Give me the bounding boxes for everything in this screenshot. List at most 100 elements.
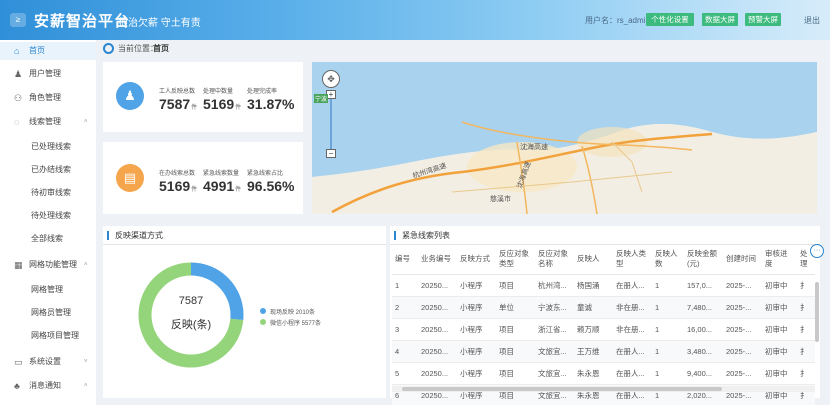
column-header[interactable]: 编号 <box>392 244 418 275</box>
stat-value: 5169件 <box>203 96 242 112</box>
table-cell: 7,480... <box>684 296 723 319</box>
logo-icon: ≥ <box>10 13 26 27</box>
table-cell: 1 <box>652 296 684 319</box>
table-cell: 王万维 <box>574 340 613 363</box>
column-header[interactable]: 反映金额(元) <box>684 244 723 275</box>
table-row[interactable]: 3 20250... 小程序 项目 浙江省... 赖万顺 非在册... 1 16,00... 20… <box>392 318 815 341</box>
column-header[interactable]: 创建时间 <box>723 244 762 275</box>
column-header[interactable]: 反映人 <box>574 244 613 275</box>
table-cell[interactable]: 扌 <box>797 274 815 297</box>
table-cell: 1 <box>392 274 418 297</box>
user-icon: ♟ <box>116 82 144 110</box>
warning-screen-button[interactable]: 预警大屏 <box>745 13 781 26</box>
sidebar-item-home[interactable]: ⌂ 首页 <box>0 42 96 60</box>
table-cell: 小程序 <box>457 362 496 385</box>
table-cell: 在册人... <box>613 362 652 385</box>
map-place-label: 慈溪市 <box>490 196 511 203</box>
sidebar-sub-grids[interactable]: 网格管理 <box>31 283 63 297</box>
divider <box>103 244 386 245</box>
column-header[interactable]: 业务编号 <box>418 244 457 275</box>
map-view[interactable]: ✥ + − 宁波 杭州湾高速 沈海高速 沈海高速 慈溪市 <box>312 62 817 214</box>
logout-button[interactable]: 退出 <box>804 15 820 26</box>
breadcrumb-prefix: 当前位置： <box>118 44 158 53</box>
sidebar-item-label: 线索管理 <box>29 117 61 126</box>
table-cell: 2025-... <box>723 296 762 319</box>
table-cell: 2 <box>392 296 418 319</box>
location-icon <box>103 43 114 54</box>
legend-item[interactable]: 现场反映 2010条 <box>270 307 315 316</box>
sidebar-sub-grid-projects[interactable]: 网格项目管理 <box>31 329 79 343</box>
sidebar-sub-processed-clues[interactable]: 已处理线索 <box>31 140 71 154</box>
table-cell: 非在册... <box>613 296 652 319</box>
table-cell: 157,0... <box>684 274 723 297</box>
sidebar-item-notifications[interactable]: ♣ 消息通知 ˄ <box>0 377 96 395</box>
stat-value: 31.87% <box>247 96 295 112</box>
table-cell: 1 <box>652 318 684 341</box>
assistant-float-icon[interactable]: ··· <box>810 244 824 258</box>
sidebar-item-label: 首页 <box>29 46 45 55</box>
table-cell: 3,480... <box>684 340 723 363</box>
table-row[interactable]: 2 20250... 小程序 单位 宁波东... 童诚 非在册... 1 7,480... 202… <box>392 296 815 319</box>
sidebar-item-users[interactable]: ♟ 用户管理 <box>0 65 96 83</box>
app-title: 安薪智治平台 <box>34 13 131 30</box>
sidebar-item-clues[interactable]: ◌ 线索管理 ˄ <box>0 113 96 131</box>
column-header[interactable]: 反应对象类型 <box>496 244 535 275</box>
table-row[interactable]: 1 20250... 小程序 项目 杭州湾... 杨国涌 在册人... 1 157,0... 20… <box>392 274 815 297</box>
column-header[interactable]: 反映方式 <box>457 244 496 275</box>
personalize-settings-button[interactable]: 个性化设置 <box>646 13 694 26</box>
table-cell: 初审中 <box>762 318 797 341</box>
table-cell: 20250... <box>418 274 457 297</box>
table-cell[interactable]: 扌 <box>797 296 815 319</box>
table-cell[interactable]: 扌 <box>797 318 815 341</box>
document-icon: ▤ <box>116 164 144 192</box>
table-cell: 项目 <box>496 362 535 385</box>
worker-stats-card: ♟ 工人反映总数 7587件 处理中数量 5169件 处理完成率 31.87% <box>103 62 303 132</box>
sidebar-sub-all-clues[interactable]: 全部线索 <box>31 232 63 246</box>
column-header[interactable]: 反应对象名称 <box>535 244 574 275</box>
channel-donut-chart <box>138 262 244 368</box>
stat-label: 处理中数量 <box>203 89 234 95</box>
stat-value: 5169件 <box>159 178 198 194</box>
table-row[interactable]: 5 20250... 小程序 项目 文旅宜... 朱永恩 在册人... 1 9,400... 20… <box>392 362 815 385</box>
table-vertical-scrollbar[interactable] <box>815 282 819 342</box>
table-cell: 项目 <box>496 318 535 341</box>
monitor-icon: ▭ <box>14 357 23 367</box>
table-row[interactable]: 4 20250... 小程序 项目 文旅宜... 王万维 在册人... 1 3,480... 20… <box>392 340 815 363</box>
legend-dot-onsite <box>260 308 266 314</box>
shield-icon: ◌ <box>14 117 20 127</box>
table-horizontal-scrollbar[interactable] <box>392 386 815 392</box>
top-header: ≥ 安薪智治平台 根治欠薪 守土有责 用户名：rs_admin 个性化设置 数据… <box>0 0 830 40</box>
legend-item[interactable]: 微信小程序 5577条 <box>270 318 321 327</box>
table-cell: 非在册... <box>613 318 652 341</box>
chevron-down-icon: ˅ <box>84 359 88 365</box>
sidebar-sub-grid-staff[interactable]: 网格员管理 <box>31 306 71 320</box>
zoom-track[interactable] <box>330 99 332 149</box>
app-slogan: 根治欠薪 守土有责 <box>118 18 201 29</box>
stat-value: 7587件 <box>159 96 198 112</box>
table-cell: 浙江省... <box>535 318 574 341</box>
sidebar-sub-pending-clues[interactable]: 待处理线索 <box>31 209 71 223</box>
table-cell[interactable]: 扌 <box>797 340 815 363</box>
data-screen-button[interactable]: 数据大屏 <box>702 13 738 26</box>
legend-dot-miniprogram <box>260 319 266 325</box>
table-cell: 9,400... <box>684 362 723 385</box>
sidebar: ⌂ 首页 ♟ 用户管理 ⚇ 角色管理 ◌ 线索管理 ˄ 已处理线索 已办结线索 … <box>0 40 96 405</box>
breadcrumb-current[interactable]: 首页 <box>153 42 169 56</box>
sidebar-sub-closed-clues[interactable]: 已办结线索 <box>31 163 71 177</box>
table-cell: 2025-... <box>723 362 762 385</box>
zoom-out-button[interactable]: − <box>326 149 336 158</box>
chevron-up-icon: ˄ <box>84 119 88 125</box>
sidebar-item-grid-management[interactable]: ▦ 网格功能管理 ˄ <box>0 256 96 274</box>
column-header[interactable]: 反映人类型 <box>613 244 652 275</box>
sidebar-item-roles[interactable]: ⚇ 角色管理 <box>0 89 96 107</box>
table-cell: 1 <box>652 274 684 297</box>
table-cell[interactable]: 扌 <box>797 362 815 385</box>
column-header[interactable]: 反映人数 <box>652 244 684 275</box>
sidebar-sub-pending-review-clues[interactable]: 待初审线索 <box>31 186 71 200</box>
table-cell: 小程序 <box>457 318 496 341</box>
column-header[interactable]: 审核进度 <box>762 244 797 275</box>
table-cell: 3 <box>392 318 418 341</box>
map-pan-control[interactable]: ✥ <box>322 70 340 88</box>
scrollbar-thumb[interactable] <box>402 387 722 391</box>
sidebar-item-system-settings[interactable]: ▭ 系统设置 ˅ <box>0 353 96 371</box>
